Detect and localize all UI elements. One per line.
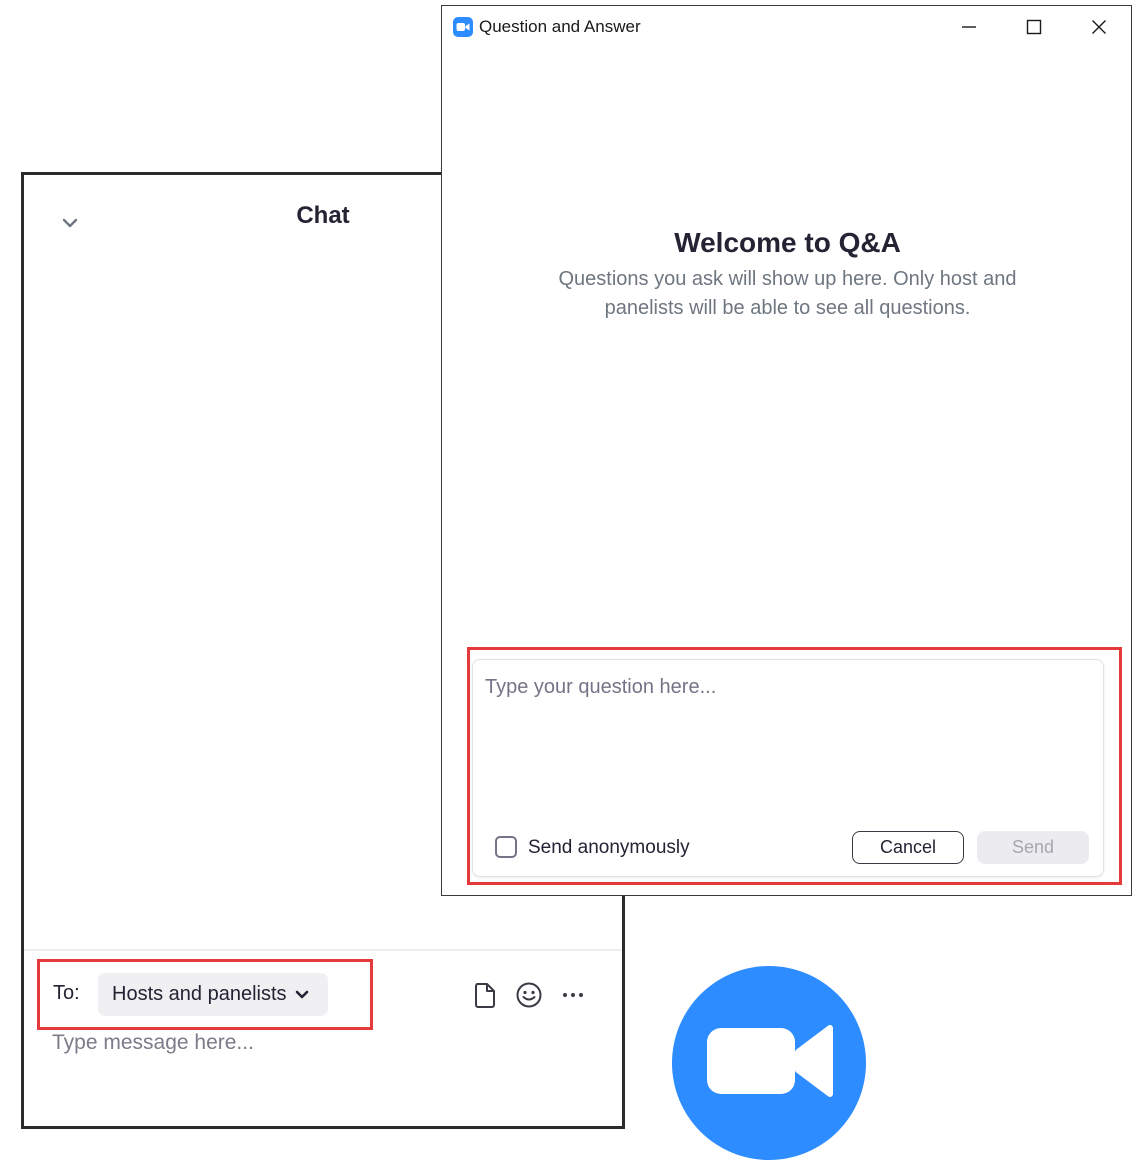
- zoom-logo-icon: [672, 966, 866, 1160]
- anonymous-checkbox[interactable]: [495, 836, 517, 858]
- zoom-icon: [453, 17, 473, 37]
- welcome-title: Welcome to Q&A: [674, 227, 901, 258]
- question-input[interactable]: [483, 674, 1087, 828]
- qa-window: Question and Answer Welcome to Q&A Quest…: [441, 5, 1132, 896]
- send-button[interactable]: Send: [977, 831, 1089, 864]
- message-input[interactable]: Type message here...: [52, 1031, 254, 1055]
- divider: [24, 949, 622, 951]
- emoji-icon[interactable]: [514, 980, 544, 1010]
- question-composer: Send anonymously Cancel Send: [472, 659, 1104, 877]
- title-bar[interactable]: Question and Answer: [442, 6, 1131, 48]
- more-icon[interactable]: [558, 980, 588, 1010]
- maximize-icon[interactable]: [1002, 6, 1066, 48]
- highlight-box: [37, 959, 373, 1030]
- window-title: Question and Answer: [479, 17, 641, 36]
- minimize-icon[interactable]: [937, 6, 1001, 48]
- file-icon[interactable]: [470, 980, 500, 1010]
- close-icon[interactable]: [1067, 6, 1131, 48]
- anonymous-label: Send anonymously: [528, 837, 690, 858]
- cancel-button[interactable]: Cancel: [852, 831, 964, 864]
- welcome-description: Questions you ask will show up here. Onl…: [558, 268, 1017, 319]
